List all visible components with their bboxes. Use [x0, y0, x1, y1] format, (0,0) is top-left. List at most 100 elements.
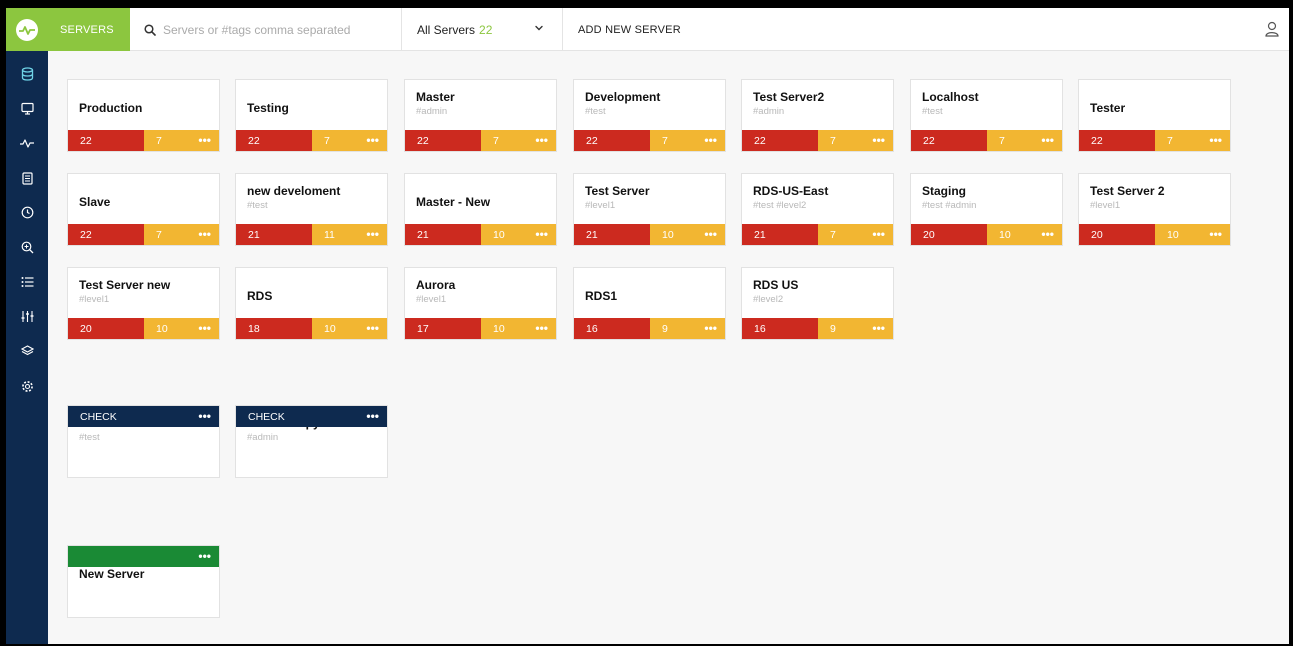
more-icon[interactable]: ••• — [366, 321, 379, 335]
server-card-test-server2[interactable]: Test Server2 #admin 22 7 ••• — [741, 79, 894, 152]
user-icon[interactable] — [1265, 21, 1279, 37]
warning-count[interactable]: 10 ••• — [312, 318, 387, 339]
critical-count[interactable]: 22 — [574, 130, 650, 151]
server-card-master-copy[interactable]: Master-Copy #admin CHECK ••• — [235, 405, 388, 478]
server-card-production[interactable]: Production 22 7 ••• — [67, 79, 220, 152]
warning-count[interactable]: 10 ••• — [144, 318, 219, 339]
more-icon[interactable]: ••• — [535, 227, 548, 241]
warning-count[interactable]: 7 ••• — [1155, 130, 1230, 151]
warning-count[interactable]: 7 ••• — [481, 130, 556, 151]
more-icon[interactable]: ••• — [366, 409, 379, 423]
more-icon[interactable]: ••• — [704, 133, 717, 147]
warning-count[interactable]: 7 ••• — [987, 130, 1062, 151]
critical-count[interactable]: 20 — [68, 318, 144, 339]
more-icon[interactable]: ••• — [198, 321, 211, 335]
more-icon[interactable]: ••• — [366, 133, 379, 147]
critical-count[interactable]: 20 — [911, 224, 987, 245]
more-icon[interactable]: ••• — [1209, 227, 1222, 241]
server-card-rds[interactable]: RDS 18 10 ••• — [235, 267, 388, 340]
server-card-test-server[interactable]: Test Server #level1 21 10 ••• — [573, 173, 726, 246]
more-icon[interactable]: ••• — [535, 321, 548, 335]
server-card-new-server[interactable]: New Server ••• — [67, 545, 220, 618]
warning-count[interactable]: 11 ••• — [312, 224, 387, 245]
warning-count[interactable]: 7 ••• — [818, 130, 893, 151]
more-icon[interactable]: ••• — [198, 133, 211, 147]
server-card-tester[interactable]: Tester 22 7 ••• — [1078, 79, 1231, 152]
sidebar-item-monitor[interactable] — [6, 97, 48, 119]
logo[interactable] — [6, 8, 48, 51]
more-icon[interactable]: ••• — [1041, 227, 1054, 241]
warning-count[interactable]: 10 ••• — [1155, 224, 1230, 245]
search-input[interactable] — [163, 22, 383, 37]
warning-count[interactable]: 7 ••• — [312, 130, 387, 151]
critical-count[interactable]: 21 — [405, 224, 481, 245]
more-icon[interactable]: ••• — [704, 227, 717, 241]
critical-count[interactable]: 16 — [574, 318, 650, 339]
server-card-master-new[interactable]: Master - New 21 10 ••• — [404, 173, 557, 246]
check-button[interactable]: CHECK ••• — [236, 406, 387, 427]
tab-servers[interactable]: SERVERS — [48, 8, 130, 51]
server-card-localhost[interactable]: Localhost #test 22 7 ••• — [910, 79, 1063, 152]
warning-count[interactable]: 7 ••• — [144, 130, 219, 151]
server-card-testing[interactable]: Testing 22 7 ••• — [235, 79, 388, 152]
server-filter-dropdown[interactable]: All Servers 22 — [403, 8, 563, 51]
critical-count[interactable]: 22 — [405, 130, 481, 151]
critical-count[interactable]: 21 — [236, 224, 312, 245]
more-icon[interactable]: ••• — [872, 133, 885, 147]
sidebar-item-reports[interactable] — [6, 167, 48, 189]
server-card-master[interactable]: Master #admin 22 7 ••• — [404, 79, 557, 152]
sidebar-item-zoom[interactable] — [6, 236, 48, 258]
sidebar-item-activity[interactable] — [6, 132, 48, 154]
critical-count[interactable]: 22 — [742, 130, 818, 151]
warning-count[interactable]: 7 ••• — [144, 224, 219, 245]
critical-count[interactable]: 17 — [405, 318, 481, 339]
warning-count[interactable]: 10 ••• — [481, 224, 556, 245]
sidebar-item-list[interactable] — [6, 271, 48, 293]
more-icon[interactable]: ••• — [1041, 133, 1054, 147]
critical-count[interactable]: 22 — [68, 224, 144, 245]
server-card-rds-us[interactable]: RDS US #level2 16 9 ••• — [741, 267, 894, 340]
server-card-aurora[interactable]: Aurora #level1 17 10 ••• — [404, 267, 557, 340]
more-icon[interactable]: ••• — [366, 227, 379, 241]
critical-count[interactable]: 21 — [574, 224, 650, 245]
critical-count[interactable]: 21 — [742, 224, 818, 245]
server-card-development[interactable]: Development #test 22 7 ••• — [573, 79, 726, 152]
sidebar-item-history[interactable] — [6, 201, 48, 223]
search-bar[interactable] — [130, 8, 402, 51]
check-button[interactable]: CHECK ••• — [68, 406, 219, 427]
warning-count[interactable]: 9 ••• — [650, 318, 725, 339]
warning-count[interactable]: 10 ••• — [481, 318, 556, 339]
warning-count[interactable]: 10 ••• — [987, 224, 1062, 245]
critical-count[interactable]: 22 — [1079, 130, 1155, 151]
server-card-test-server-new[interactable]: Test Server new #level1 20 10 ••• — [67, 267, 220, 340]
server-card-localhost-audit[interactable]: Localhost Audit #test CHECK ••• — [67, 405, 220, 478]
more-icon[interactable]: ••• — [872, 227, 885, 241]
critical-count[interactable]: 22 — [236, 130, 312, 151]
sidebar-item-tuning[interactable] — [6, 305, 48, 327]
critical-count[interactable]: 16 — [742, 318, 818, 339]
more-icon[interactable]: ••• — [1209, 133, 1222, 147]
more-icon[interactable]: ••• — [872, 321, 885, 335]
sidebar-item-servers[interactable] — [6, 63, 48, 85]
server-card-new-develoment[interactable]: new develoment #test 21 11 ••• — [235, 173, 388, 246]
critical-count[interactable]: 18 — [236, 318, 312, 339]
server-card-slave[interactable]: Slave 22 7 ••• — [67, 173, 220, 246]
sidebar-item-layers[interactable] — [6, 340, 48, 362]
server-card-test-server-2[interactable]: Test Server 2 #level1 20 10 ••• — [1078, 173, 1231, 246]
server-card-rds1[interactable]: RDS1 16 9 ••• — [573, 267, 726, 340]
warning-count[interactable]: 7 ••• — [650, 130, 725, 151]
critical-count[interactable]: 20 — [1079, 224, 1155, 245]
more-icon[interactable]: ••• — [198, 227, 211, 241]
sidebar-item-settings[interactable] — [6, 375, 48, 397]
server-card-rds-us-east[interactable]: RDS-US-East #test #level2 21 7 ••• — [741, 173, 894, 246]
add-new-server-button[interactable]: ADD NEW SERVER — [578, 8, 681, 51]
warning-count[interactable]: 9 ••• — [818, 318, 893, 339]
more-icon[interactable]: ••• — [535, 133, 548, 147]
more-icon[interactable]: ••• — [198, 549, 211, 563]
critical-count[interactable]: 22 — [68, 130, 144, 151]
server-card-staging[interactable]: Staging #test #admin 20 10 ••• — [910, 173, 1063, 246]
warning-count[interactable]: 7 ••• — [818, 224, 893, 245]
more-icon[interactable]: ••• — [198, 409, 211, 423]
critical-count[interactable]: 22 — [911, 130, 987, 151]
warning-count[interactable]: 10 ••• — [650, 224, 725, 245]
